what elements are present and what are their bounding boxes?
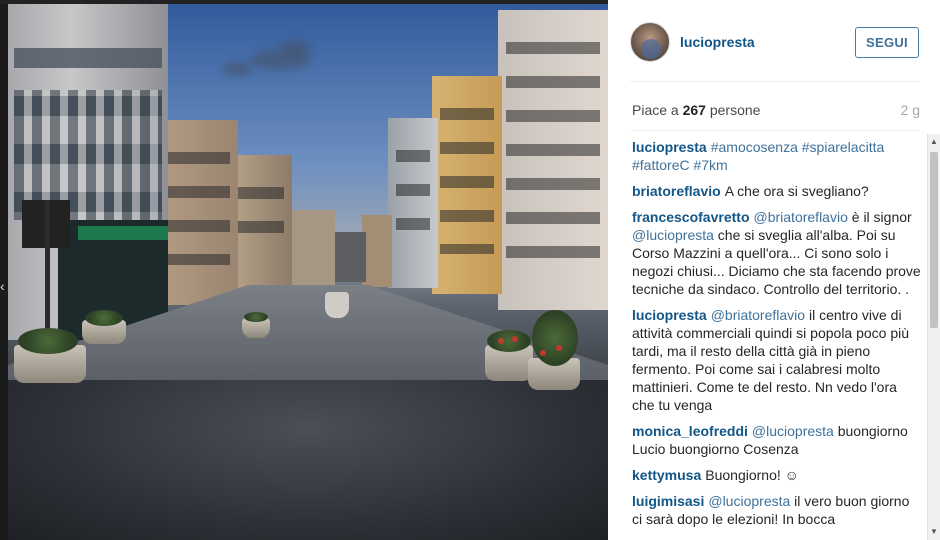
post-username[interactable]: luciopresta [680, 34, 755, 50]
likes-count[interactable]: Piace a 267 persone [632, 102, 760, 118]
photo-building [362, 215, 392, 287]
likes-number: 267 [682, 102, 706, 118]
mention-link[interactable]: @luciopresta [752, 423, 834, 439]
photo-plant [487, 330, 531, 352]
follow-button[interactable]: SEGUI [855, 27, 919, 58]
photo-plant [18, 328, 78, 354]
hashtag-link[interactable]: #fattoreC [632, 157, 690, 173]
mention-link[interactable]: @briatoreflavio [711, 307, 805, 323]
photo-flower [556, 345, 562, 351]
hashtag-link[interactable]: #spiarelacitta [802, 139, 885, 155]
comment-item: luciopresta #amocosenza #spiarelacitta #f… [632, 138, 922, 174]
scrollbar-thumb[interactable] [930, 152, 938, 328]
photo-plant [244, 312, 268, 322]
comments-scrollbar[interactable]: ▲ ▼ [927, 134, 940, 540]
comment-text: Buongiorno! ☺ [705, 467, 799, 483]
hashtag-link[interactable]: #amocosenza [711, 139, 798, 155]
comment-item: monica_leofreddi @luciopresta buongiorno … [632, 422, 922, 458]
photo-building [290, 210, 335, 290]
post-side-panel: luciopresta SEGUI Piace a 267 persone 2 … [608, 0, 940, 540]
photo-bollard [325, 292, 349, 318]
likes-suffix: persone [705, 102, 761, 118]
photo-building [432, 76, 502, 294]
post-header: luciopresta SEGUI [608, 0, 940, 82]
comment-author[interactable]: briatoreflavio [632, 183, 721, 199]
photo-building [158, 120, 238, 305]
mention-link[interactable]: @luciopresta [632, 227, 714, 243]
photo-building [8, 0, 168, 340]
comment-author[interactable]: luciopresta [632, 139, 707, 155]
mention-link[interactable]: @luciopresta [708, 493, 790, 509]
photo-flower [498, 338, 504, 344]
photo-plant [532, 310, 578, 366]
hashtag-link[interactable]: #7km [693, 157, 727, 173]
mention-link[interactable]: @briatoreflavio [754, 209, 848, 225]
comment-author[interactable]: luciopresta [632, 307, 707, 323]
photo-flower [540, 350, 546, 356]
photo-cloud [222, 62, 252, 76]
photo-building [388, 118, 438, 288]
post-age[interactable]: 2 g [901, 102, 920, 118]
photo-road [8, 380, 608, 540]
comment-item: francescofavretto @briatoreflavio è il si… [632, 208, 922, 298]
comment-author[interactable]: francescofavretto [632, 209, 750, 225]
photo-plant [85, 310, 123, 326]
comment-author[interactable]: kettymusa [632, 467, 701, 483]
photo-cloud [280, 40, 310, 56]
comment-item: kettymusa Buongiorno! ☺ [632, 466, 922, 484]
comment-text: A che ora si svegliano? [724, 183, 869, 199]
comment-author[interactable]: monica_leofreddi [632, 423, 748, 439]
previous-arrow-icon[interactable]: ‹ [0, 276, 8, 296]
scroll-down-arrow-icon[interactable]: ▼ [928, 524, 940, 540]
comment-item: briatoreflavio A che ora si svegliano? [632, 182, 922, 200]
photo-building [230, 155, 292, 295]
comment-item: luigimisasi @luciopresta il vero buon gio… [632, 492, 922, 528]
post-photo[interactable]: ‹ [0, 0, 608, 540]
comment-author[interactable]: luigimisasi [632, 493, 704, 509]
header-divider [630, 81, 920, 82]
likes-divider [630, 130, 920, 131]
comment-item: luciopresta @briatoreflavio il centro viv… [632, 306, 922, 414]
photo-building [498, 10, 608, 310]
scroll-up-arrow-icon[interactable]: ▲ [928, 134, 940, 150]
comment-text: è il signor [847, 209, 912, 225]
photo-building [330, 232, 366, 282]
photo-flower [512, 336, 518, 342]
likes-prefix: Piace a [632, 102, 683, 118]
photo-top-edge [0, 0, 608, 4]
avatar[interactable] [630, 22, 670, 62]
comments-list: luciopresta #amocosenza #spiarelacitta #f… [632, 138, 922, 540]
photo-left-edge [0, 0, 8, 540]
